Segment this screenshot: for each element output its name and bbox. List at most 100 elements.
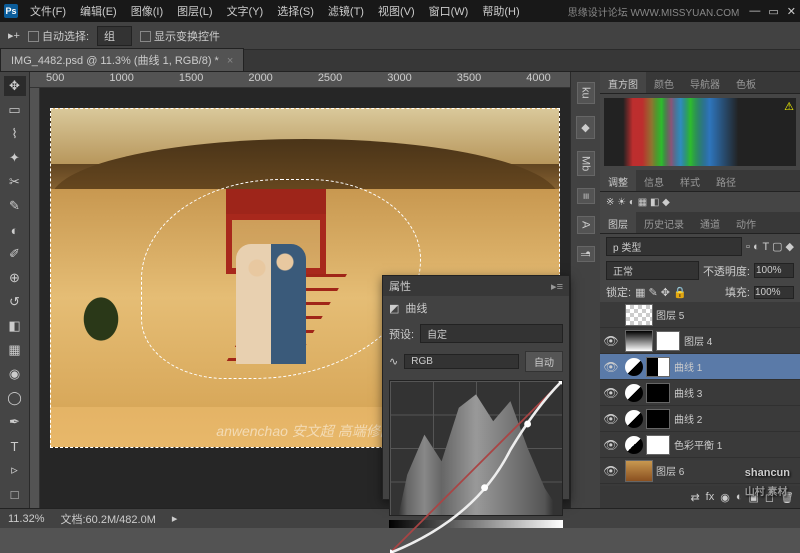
mask-thumb (646, 383, 670, 403)
panel-tab[interactable]: 路径 (708, 170, 744, 191)
brush-tool[interactable]: ✐ (4, 244, 26, 264)
dock-icon[interactable]: ◆ (576, 116, 595, 139)
menu-item[interactable]: 帮助(H) (476, 1, 525, 21)
fx-icon[interactable]: fx (706, 491, 715, 503)
link-icon[interactable]: ⇄ (690, 491, 699, 504)
properties-tab[interactable]: 属性 (389, 278, 411, 294)
show-transform-label: 显示变换控件 (154, 31, 220, 43)
curves-graph[interactable] (389, 380, 563, 516)
show-transform-checkbox[interactable] (140, 31, 151, 42)
lasso-tool[interactable]: ⌇ (4, 124, 26, 144)
minimize-icon[interactable]: — (749, 5, 760, 18)
layer-name: 曲线 1 (674, 359, 796, 374)
status-arrow-icon[interactable]: ▸ (172, 512, 178, 525)
marquee-tool[interactable]: ▭ (4, 100, 26, 120)
document-tab[interactable]: IMG_4482.psd @ 11.3% (曲线 1, RGB/8) *× (0, 48, 244, 71)
dock-icon[interactable]: ≡ (577, 188, 595, 204)
shape-tool[interactable]: □ (4, 484, 26, 504)
layer-row[interactable]: 👁 图层 4 (600, 328, 800, 354)
heal-tool[interactable]: ◐ (4, 220, 26, 240)
doc-size[interactable]: 文档:60.2M/482.0M (61, 511, 156, 527)
filter-icons[interactable]: ▫ ◐ T ▢ ◆ (746, 240, 794, 253)
layer-name: 图层 4 (684, 333, 796, 348)
opacity-input[interactable] (754, 263, 794, 278)
blur-tool[interactable]: ◉ (4, 364, 26, 384)
dock-icon[interactable]: A (577, 216, 595, 233)
close-icon[interactable]: ✕ (787, 5, 796, 18)
move-tool[interactable]: ✥ (4, 76, 26, 96)
dock-icon[interactable]: ¶ (577, 246, 595, 262)
panel-tab[interactable]: 样式 (672, 170, 708, 191)
layer-row[interactable]: 👁 曲线 3 (600, 380, 800, 406)
main-menu: 文件(F)编辑(E)图像(I)图层(L)文字(Y)选择(S)滤镜(T)视图(V)… (24, 1, 526, 21)
layer-row[interactable]: 👁曲线 2 (600, 406, 800, 432)
panel-tab[interactable]: 历史记录 (636, 212, 692, 233)
panel-tab[interactable]: 色板 (728, 72, 764, 93)
adjustments-presets[interactable]: ※ ☀ ◐ ▦ ◧ ◆ (600, 192, 800, 212)
eraser-tool[interactable]: ◧ (4, 316, 26, 336)
channel-select[interactable]: RGB (404, 354, 519, 369)
crop-tool[interactable]: ✂ (4, 172, 26, 192)
visibility-icon[interactable]: 👁 (600, 438, 622, 452)
menu-item[interactable]: 编辑(E) (74, 1, 123, 21)
type-tool[interactable]: T (4, 436, 26, 456)
menu-item[interactable]: 文件(F) (24, 1, 72, 21)
panel-menu-icon[interactable]: ▸≡ (551, 280, 563, 293)
lock-icons[interactable]: ▦ ✎ ✥ 🔒 (635, 286, 687, 299)
close-tab-icon[interactable]: × (227, 55, 233, 67)
pen-tool[interactable]: ✒ (4, 412, 26, 432)
dock-icon[interactable]: ku (577, 82, 595, 104)
visibility-icon[interactable]: 👁 (600, 334, 622, 348)
auto-button[interactable]: 自动 (525, 351, 563, 372)
visibility-icon[interactable]: 👁 (600, 464, 622, 478)
layer-name: 曲线 3 (674, 385, 796, 400)
stamp-tool[interactable]: ⊕ (4, 268, 26, 288)
panel-tab[interactable]: 动作 (728, 212, 764, 233)
history-brush-tool[interactable]: ↺ (4, 292, 26, 312)
panel-tab[interactable]: 图层 (600, 212, 636, 233)
toolbar: ✥ ▭ ⌇ ✦ ✂ ✎ ◐ ✐ ⊕ ↺ ◧ ▦ ◉ ◯ ✒ T ▹ □ (0, 72, 30, 508)
adjustment-thumb (625, 410, 643, 428)
path-tool[interactable]: ▹ (4, 460, 26, 480)
menu-item[interactable]: 窗口(W) (423, 1, 475, 21)
panel-tab[interactable]: 颜色 (646, 72, 682, 93)
layer-filter[interactable]: p 类型 (606, 237, 742, 256)
menu-item[interactable]: 图像(I) (125, 1, 169, 21)
auto-select-checkbox[interactable] (28, 31, 39, 42)
menu-item[interactable]: 视图(V) (372, 1, 421, 21)
zoom-level[interactable]: 11.32% (8, 513, 45, 525)
collapsed-panels[interactable]: ku ◆ Mb ≡ A ¶ (570, 72, 600, 508)
menu-item[interactable]: 图层(L) (171, 1, 218, 21)
panel-tab[interactable]: 导航器 (682, 72, 728, 93)
opacity-label: 不透明度: (703, 263, 750, 279)
panel-tab[interactable]: 信息 (636, 170, 672, 191)
wand-tool[interactable]: ✦ (4, 148, 26, 168)
panel-tab[interactable]: 直方图 (600, 72, 646, 93)
mask-thumb (646, 357, 670, 377)
panel-tab[interactable]: 调整 (600, 170, 636, 191)
menu-item[interactable]: 滤镜(T) (322, 1, 370, 21)
preset-select[interactable]: 自定 (420, 324, 563, 343)
visibility-icon[interactable]: 👁 (600, 386, 622, 400)
auto-select-target[interactable]: 组 (97, 26, 132, 46)
blend-mode[interactable]: 正常 (606, 261, 699, 280)
move-tool-icon[interactable]: ▸+ (8, 29, 20, 42)
eyedropper-tool[interactable]: ✎ (4, 196, 26, 216)
adjustment-icon[interactable]: ◐ (736, 491, 743, 503)
dock-icon[interactable]: Mb (577, 151, 595, 176)
maximize-icon[interactable]: ▭ (768, 5, 778, 18)
layer-row[interactable]: 👁 曲线 1 (600, 354, 800, 380)
panel-tab[interactable]: 通道 (692, 212, 728, 233)
visibility-icon[interactable]: 👁 (600, 412, 622, 426)
menu-item[interactable]: 文字(Y) (221, 1, 270, 21)
dodge-tool[interactable]: ◯ (4, 388, 26, 408)
fill-input[interactable] (754, 286, 794, 299)
layer-row[interactable]: 图层 5 (600, 302, 800, 328)
layer-thumb (625, 460, 653, 482)
gradient-tool[interactable]: ▦ (4, 340, 26, 360)
menu-item[interactable]: 选择(S) (271, 1, 320, 21)
histogram-warning-icon[interactable]: ⚠ (784, 100, 794, 113)
properties-panel[interactable]: 属性▸≡ ◩曲线 预设:自定 ∿RGB自动 (382, 275, 570, 500)
mask-icon[interactable]: ◉ (720, 491, 730, 504)
visibility-icon[interactable]: 👁 (600, 360, 622, 374)
